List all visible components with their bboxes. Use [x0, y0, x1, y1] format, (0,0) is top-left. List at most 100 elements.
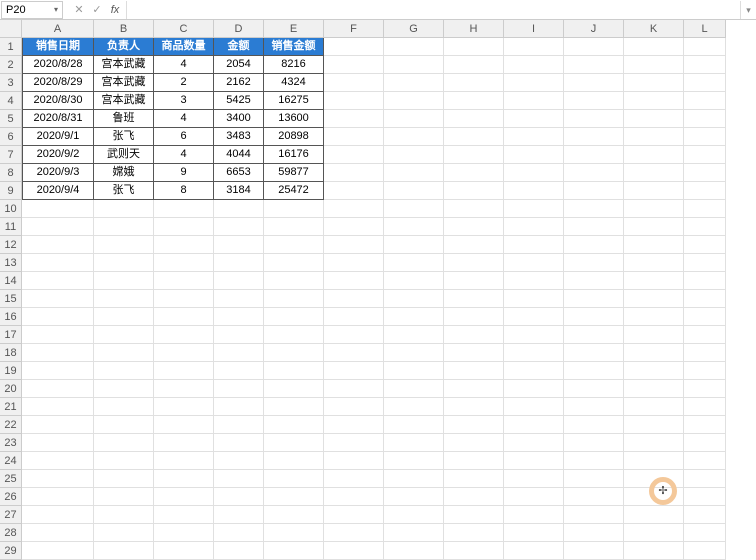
cell[interactable] [624, 272, 684, 290]
cell[interactable] [564, 164, 624, 182]
cell[interactable] [444, 128, 504, 146]
cell[interactable] [384, 542, 444, 560]
col-header-K[interactable]: K [624, 20, 684, 38]
cell[interactable] [564, 308, 624, 326]
row-header-9[interactable]: 9 [0, 182, 22, 200]
cell[interactable] [214, 218, 264, 236]
cell[interactable] [504, 272, 564, 290]
cell[interactable] [264, 380, 324, 398]
cell[interactable]: 2 [154, 74, 214, 92]
cell[interactable] [384, 254, 444, 272]
cell[interactable] [444, 254, 504, 272]
cell[interactable] [624, 110, 684, 128]
cell[interactable] [154, 218, 214, 236]
cell[interactable] [684, 128, 726, 146]
cell[interactable] [324, 398, 384, 416]
cell[interactable] [444, 506, 504, 524]
cell[interactable] [324, 452, 384, 470]
cell[interactable] [444, 164, 504, 182]
cancel-icon[interactable]: ✕ [72, 3, 86, 16]
cell[interactable] [504, 380, 564, 398]
cell[interactable] [444, 470, 504, 488]
cell[interactable] [564, 74, 624, 92]
cell[interactable] [504, 524, 564, 542]
cell[interactable] [684, 236, 726, 254]
cell[interactable] [384, 164, 444, 182]
cell[interactable] [214, 506, 264, 524]
cell[interactable] [684, 56, 726, 74]
cell[interactable] [624, 56, 684, 74]
cell[interactable] [624, 146, 684, 164]
cell[interactable] [564, 218, 624, 236]
cell[interactable] [624, 290, 684, 308]
cell[interactable] [94, 434, 154, 452]
cell[interactable] [384, 218, 444, 236]
row-header-1[interactable]: 1 [0, 38, 22, 56]
row-header-7[interactable]: 7 [0, 146, 22, 164]
cell[interactable]: 负责人 [94, 38, 154, 56]
cell[interactable] [384, 398, 444, 416]
row-header-27[interactable]: 27 [0, 506, 22, 524]
cell[interactable] [564, 92, 624, 110]
cell[interactable] [94, 272, 154, 290]
cell[interactable] [684, 74, 726, 92]
cell[interactable] [154, 254, 214, 272]
row-header-21[interactable]: 21 [0, 398, 22, 416]
cell[interactable]: 2020/8/30 [22, 92, 94, 110]
cell[interactable] [444, 38, 504, 56]
cell[interactable] [384, 506, 444, 524]
cell[interactable] [22, 488, 94, 506]
cell[interactable] [22, 200, 94, 218]
cell[interactable] [384, 74, 444, 92]
cell[interactable] [564, 524, 624, 542]
cell[interactable] [684, 164, 726, 182]
cell[interactable] [384, 362, 444, 380]
cell[interactable] [624, 128, 684, 146]
cell[interactable] [154, 290, 214, 308]
cell[interactable]: 9 [154, 164, 214, 182]
cell[interactable] [214, 524, 264, 542]
cell[interactable] [94, 236, 154, 254]
cell[interactable]: 3400 [214, 110, 264, 128]
cell[interactable] [264, 344, 324, 362]
cell[interactable] [264, 272, 324, 290]
row-header-22[interactable]: 22 [0, 416, 22, 434]
cell[interactable] [504, 92, 564, 110]
cell[interactable] [444, 326, 504, 344]
cell[interactable] [624, 488, 684, 506]
cell[interactable] [444, 542, 504, 560]
cell[interactable] [94, 488, 154, 506]
col-header-H[interactable]: H [444, 20, 504, 38]
cell[interactable] [264, 434, 324, 452]
cell[interactable] [324, 164, 384, 182]
cell[interactable] [684, 92, 726, 110]
cell[interactable] [684, 254, 726, 272]
cell[interactable] [624, 182, 684, 200]
cell[interactable] [324, 92, 384, 110]
cell[interactable] [214, 542, 264, 560]
cell[interactable] [384, 488, 444, 506]
cell[interactable] [684, 38, 726, 56]
cell[interactable] [324, 326, 384, 344]
row-header-5[interactable]: 5 [0, 110, 22, 128]
cell[interactable] [504, 200, 564, 218]
cell[interactable] [444, 488, 504, 506]
cell[interactable] [264, 326, 324, 344]
cell[interactable] [264, 416, 324, 434]
cell[interactable]: 3184 [214, 182, 264, 200]
cell[interactable] [564, 110, 624, 128]
cell[interactable] [624, 218, 684, 236]
row-header-6[interactable]: 6 [0, 128, 22, 146]
cell[interactable] [94, 398, 154, 416]
cell[interactable] [94, 326, 154, 344]
cell[interactable] [324, 362, 384, 380]
cell[interactable] [264, 290, 324, 308]
cell[interactable]: 4324 [264, 74, 324, 92]
cell[interactable] [564, 452, 624, 470]
cell[interactable]: 4 [154, 56, 214, 74]
cell[interactable] [624, 164, 684, 182]
cell[interactable] [684, 362, 726, 380]
cell[interactable] [214, 308, 264, 326]
cell[interactable]: 4 [154, 110, 214, 128]
cell[interactable] [624, 398, 684, 416]
